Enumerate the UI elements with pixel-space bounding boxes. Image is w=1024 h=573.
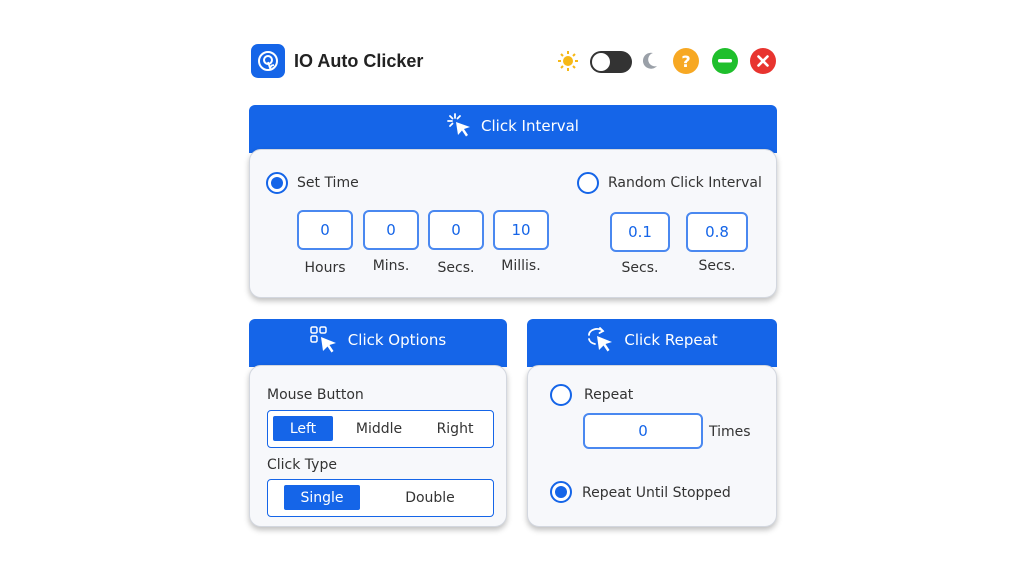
cursor-click-icon (447, 113, 471, 137)
repeat-until-stopped-label: Repeat Until Stopped (582, 485, 731, 501)
mouse-button-label: Mouse Button (267, 387, 364, 403)
help-button[interactable]: ? (673, 48, 699, 74)
app-logo-icon (258, 51, 278, 71)
repeat-count-input[interactable]: 0 (583, 413, 703, 449)
minimize-button[interactable] (712, 48, 738, 74)
seconds-input[interactable]: 0 (428, 210, 484, 250)
seconds-label: Secs. (437, 260, 475, 276)
click-options-header: Click Options (249, 319, 507, 367)
click-interval-title: Click Interval (481, 117, 579, 135)
cursor-options-icon (310, 326, 336, 353)
click-repeat-panel: Click Repeat Repeat 0 Times Repeat Until… (527, 319, 777, 527)
random-max-unit: Secs. (698, 258, 736, 274)
minutes-label: Mins. (372, 258, 410, 274)
sun-icon (557, 50, 579, 76)
repeat-until-stopped-radio[interactable] (550, 481, 572, 503)
times-label: Times (709, 424, 751, 440)
set-time-radio[interactable] (266, 172, 288, 194)
click-type-double[interactable]: Double (390, 485, 470, 510)
click-options-panel: Click Options Mouse Button Left Middle R… (249, 319, 507, 527)
random-min-unit: Secs. (621, 260, 659, 276)
app-title: IO Auto Clicker (294, 51, 424, 71)
click-type-label: Click Type (267, 457, 337, 473)
mouse-button-right[interactable]: Right (424, 416, 486, 441)
click-options-title: Click Options (347, 331, 447, 349)
close-icon (757, 55, 769, 67)
theme-toggle[interactable] (590, 51, 632, 73)
theme-toggle-knob (592, 53, 610, 71)
millis-input[interactable]: 10 (493, 210, 549, 250)
random-min-input[interactable]: 0.1 (610, 212, 670, 252)
mouse-button-middle[interactable]: Middle (346, 416, 412, 441)
millis-label: Millis. (501, 258, 541, 274)
click-repeat-title: Click Repeat (624, 331, 718, 349)
click-type-single[interactable]: Single (284, 485, 360, 510)
app-header: IO Auto Clicker ? (251, 44, 777, 78)
random-interval-radio[interactable] (577, 172, 599, 194)
moon-icon (641, 51, 659, 75)
mouse-button-left[interactable]: Left (273, 416, 333, 441)
click-interval-header: Click Interval (249, 105, 777, 153)
click-repeat-body: Repeat 0 Times Repeat Until Stopped (527, 365, 777, 527)
minutes-input[interactable]: 0 (363, 210, 419, 250)
minimize-icon (718, 59, 732, 63)
help-icon: ? (681, 51, 691, 71)
click-repeat-header: Click Repeat (527, 319, 777, 367)
hours-label: Hours (304, 260, 346, 276)
click-options-body: Mouse Button Left Middle Right Click Typ… (249, 365, 507, 527)
repeat-radio[interactable] (550, 384, 572, 406)
click-interval-panel: Click Interval Set Time Random Click Int… (249, 105, 777, 298)
set-time-label: Set Time (297, 175, 359, 191)
click-interval-body: Set Time Random Click Interval 0 0 0 10 … (249, 149, 777, 298)
app-logo (251, 44, 285, 78)
cursor-repeat-icon (588, 327, 613, 352)
mouse-button-selector: Left Middle Right (267, 410, 494, 448)
close-button[interactable] (750, 48, 776, 74)
repeat-label: Repeat (584, 387, 634, 403)
click-type-selector: Single Double (267, 479, 494, 517)
hours-input[interactable]: 0 (297, 210, 353, 250)
random-interval-label: Random Click Interval (608, 175, 762, 191)
random-max-input[interactable]: 0.8 (686, 212, 748, 252)
